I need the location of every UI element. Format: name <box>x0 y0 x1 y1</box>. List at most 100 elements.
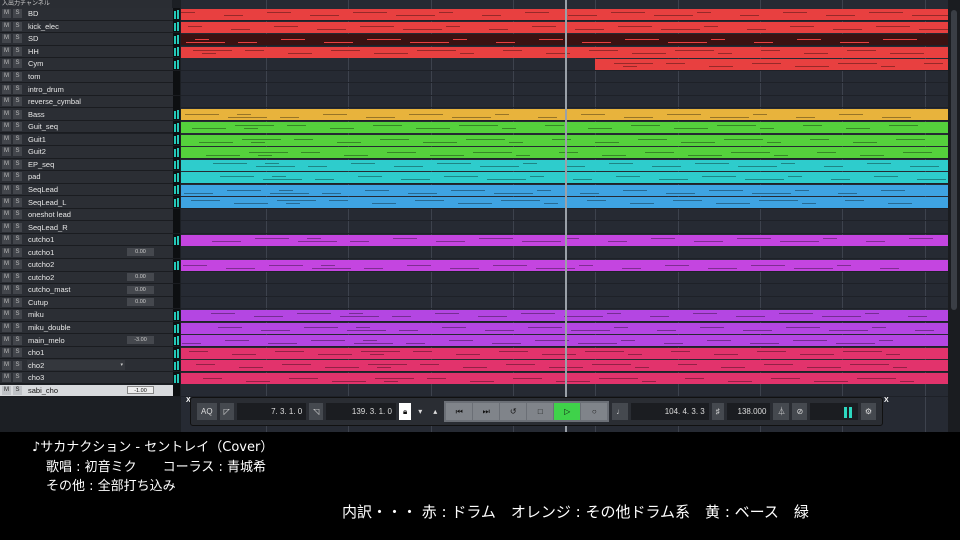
track-name[interactable]: pad <box>28 172 123 181</box>
track-name[interactable]: SeqLead_L <box>28 198 123 207</box>
track-row[interactable]: M S SD <box>0 32 180 46</box>
track-row[interactable]: M S EP_seq <box>0 158 180 172</box>
mute-button[interactable]: M <box>2 9 11 19</box>
mute-button[interactable]: M <box>2 235 11 245</box>
solo-button[interactable]: S <box>13 34 22 44</box>
solo-button[interactable]: S <box>13 134 22 144</box>
cycle-icon[interactable]: ↺ <box>500 403 527 420</box>
track-name[interactable]: sabi_cho <box>28 386 123 395</box>
solo-button[interactable]: S <box>13 109 22 119</box>
track-row[interactable]: M Scho3 <box>0 371 180 385</box>
track-row[interactable]: M Scho1 <box>0 346 180 360</box>
track-name[interactable]: SeqLead <box>28 185 123 194</box>
track-row[interactable]: M Scho2 ▾ <box>0 359 180 372</box>
track-row[interactable]: M S SeqLead_R <box>0 221 180 234</box>
track-name[interactable]: SD <box>28 34 123 43</box>
volume-field[interactable]: -1.00 <box>127 386 154 395</box>
mute-button[interactable]: M <box>2 109 11 119</box>
track-name[interactable]: Guit_seq <box>28 122 123 131</box>
close-icon[interactable]: X <box>884 397 889 404</box>
track-row[interactable]: M S SeqLead <box>0 183 180 197</box>
mute-button[interactable]: M <box>2 134 11 144</box>
track-row[interactable]: M Smain_melo -3.00 <box>0 334 180 347</box>
mute-button[interactable]: M <box>2 260 11 270</box>
track-row[interactable]: M Scutcho_mast 0.00 <box>0 283 180 297</box>
volume-field[interactable]: 0.00 <box>127 285 154 294</box>
volume-field[interactable]: 0.00 <box>127 248 154 257</box>
solo-button[interactable]: S <box>13 184 22 194</box>
solo-button[interactable]: S <box>13 59 22 69</box>
solo-button[interactable]: S <box>13 297 22 307</box>
arrangement-area[interactable] <box>181 0 948 432</box>
go-to-start-icon[interactable]: ⏮ <box>446 403 473 420</box>
mute-button[interactable]: M <box>2 373 11 383</box>
volume-field[interactable]: 0.00 <box>127 298 154 307</box>
record-icon[interactable]: ○ <box>581 403 608 420</box>
solo-button[interactable]: S <box>13 222 22 232</box>
mute-button[interactable]: M <box>2 272 11 282</box>
auto-quantize-button[interactable]: AQ <box>197 403 217 420</box>
track-row[interactable]: M Soneshot lead <box>0 208 180 222</box>
event-region[interactable] <box>595 59 948 71</box>
solo-button[interactable]: S <box>13 46 22 56</box>
play-icon[interactable]: ▷ <box>554 403 581 420</box>
mute-button[interactable]: M <box>2 285 11 295</box>
solo-button[interactable]: S <box>13 323 22 333</box>
solo-button[interactable]: S <box>13 147 22 157</box>
track-row[interactable]: M S Guit_seq <box>0 120 180 134</box>
track-name[interactable]: EP_seq <box>28 160 123 169</box>
mute-button[interactable]: M <box>2 172 11 182</box>
punch-out-icon[interactable]: ▴ <box>429 403 441 420</box>
track-name[interactable]: reverse_cymbal <box>28 97 123 106</box>
track-name[interactable]: Guit1 <box>28 135 123 144</box>
track-row[interactable]: M S Cym <box>0 57 180 71</box>
track-row[interactable]: M Ssabi_cho -1.00 <box>0 384 180 398</box>
track-name[interactable]: cutcho_mast <box>28 285 123 294</box>
track-row[interactable]: M S Bass <box>0 108 180 121</box>
right-locator-field[interactable]: 139. 3. 1. 0 <box>326 403 396 420</box>
track-row[interactable]: M Scutcho2 <box>0 258 180 272</box>
vertical-scrollbar[interactable] <box>948 0 960 432</box>
mute-button[interactable]: M <box>2 84 11 94</box>
solo-button[interactable]: S <box>13 335 22 345</box>
track-name[interactable]: Guit2 <box>28 147 123 156</box>
track-row[interactable]: M Sintro_drum <box>0 83 180 96</box>
mute-button[interactable]: M <box>2 46 11 56</box>
track-name[interactable]: HH <box>28 47 123 56</box>
track-name[interactable]: cutcho2 <box>28 273 123 282</box>
volume-field[interactable]: -3.00 <box>127 336 154 345</box>
track-name[interactable]: cho3 <box>28 373 123 382</box>
track-row[interactable]: M Stom <box>0 70 180 84</box>
click-settings-icon[interactable]: ⊘ <box>792 403 808 420</box>
track-name[interactable]: SeqLead_R <box>28 223 123 232</box>
track-name[interactable]: cutcho2 <box>28 260 123 269</box>
solo-button[interactable]: S <box>13 310 22 320</box>
solo-button[interactable]: S <box>13 9 22 19</box>
solo-button[interactable]: S <box>13 159 22 169</box>
track-name[interactable]: cho1 <box>28 348 123 357</box>
left-locator-icon[interactable]: ◸ <box>219 403 234 420</box>
track-row[interactable]: M S Cutup 0.00 <box>0 296 180 310</box>
solo-button[interactable]: S <box>13 260 22 270</box>
track-name[interactable]: cho2 <box>28 361 123 370</box>
solo-button[interactable]: S <box>13 72 22 82</box>
mute-button[interactable]: M <box>2 159 11 169</box>
solo-button[interactable]: S <box>13 247 22 257</box>
solo-button[interactable]: S <box>13 385 22 395</box>
track-name[interactable]: miku <box>28 310 123 319</box>
track-row[interactable]: M S Guit1 <box>0 133 180 147</box>
mute-button[interactable]: M <box>2 197 11 207</box>
track-name[interactable]: oneshot lead <box>28 210 123 219</box>
track-row[interactable]: M Sreverse_cymbal <box>0 95 180 109</box>
solo-button[interactable]: S <box>13 348 22 358</box>
track-name[interactable]: cutcho1 <box>28 235 123 244</box>
solo-button[interactable]: S <box>13 272 22 282</box>
track-name[interactable]: kick_elec <box>28 22 123 31</box>
track-row[interactable]: M Skick_elec <box>0 20 180 34</box>
solo-button[interactable]: S <box>13 97 22 107</box>
position-field[interactable]: 104. 4. 3. 3 <box>631 403 709 420</box>
mute-button[interactable]: M <box>2 247 11 257</box>
mute-button[interactable]: M <box>2 323 11 333</box>
mute-button[interactable]: M <box>2 122 11 132</box>
track-row[interactable]: M S BD <box>0 7 180 21</box>
